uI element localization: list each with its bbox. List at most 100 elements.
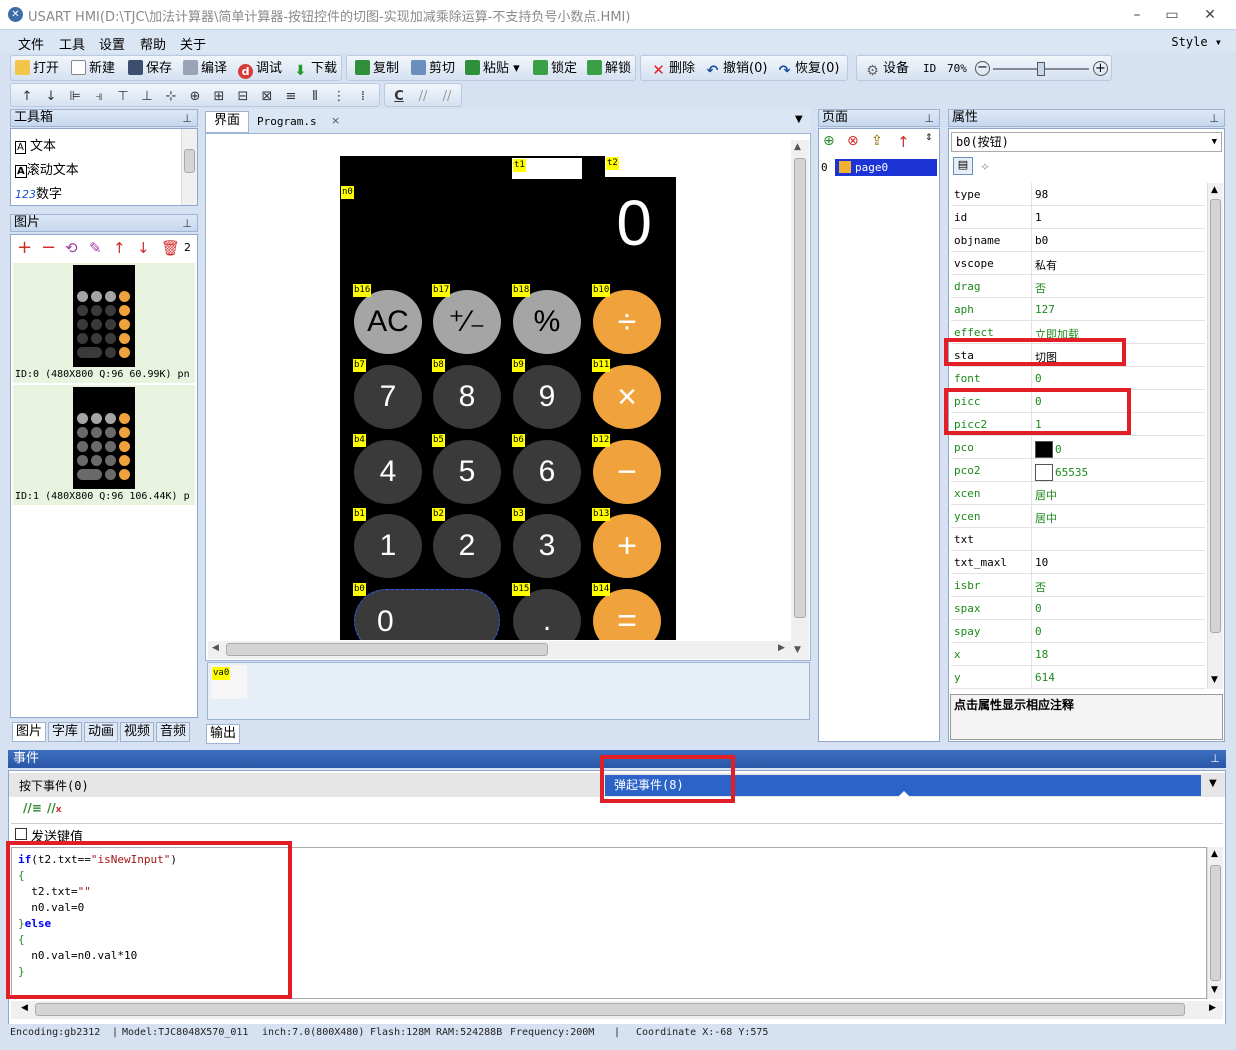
categorized-icon[interactable]: ▤: [953, 157, 973, 175]
calc-button-b8[interactable]: 8: [433, 365, 501, 429]
code-vscroll[interactable]: ▲ ▼: [1207, 847, 1223, 999]
property-scrollbar[interactable]: ▲ ▼: [1207, 183, 1223, 689]
menu-settings[interactable]: 设置: [99, 34, 125, 53]
object-selector[interactable]: b0(按钮) ▼: [951, 132, 1222, 152]
tab-press-event[interactable]: 按下事件(0): [19, 777, 89, 794]
property-row-objname[interactable]: objname b0: [951, 229, 1205, 252]
calc-button-b7[interactable]: 7: [354, 365, 422, 429]
lock-button[interactable]: 锁定: [533, 60, 577, 78]
toolbox-item-scrolltext[interactable]: A 滚动文本: [15, 159, 79, 178]
picture-item-1[interactable]: ID:1 (480X800 Q:96 106.44K) p: [13, 385, 195, 505]
id-toggle[interactable]: ID: [923, 60, 936, 78]
open-button[interactable]: 打开: [15, 60, 59, 78]
undo-button[interactable]: ↶ 撤销(0): [705, 60, 768, 79]
move-up-icon[interactable]: ↑: [113, 239, 126, 257]
calc-button-b3[interactable]: 3: [513, 514, 581, 578]
pin-icon[interactable]: ⊥: [1210, 750, 1220, 768]
property-row-aph[interactable]: aph 127: [951, 298, 1205, 321]
move-down-icon[interactable]: ↓: [137, 239, 150, 257]
code-icon[interactable]: C: [391, 89, 407, 105]
property-row-xcen[interactable]: xcen 居中: [951, 482, 1205, 505]
send-key-checkbox[interactable]: [15, 828, 27, 840]
calc-button-b4[interactable]: 4: [354, 440, 422, 504]
refresh-icon[interactable]: ⟲: [65, 239, 78, 257]
same-height-icon[interactable]: ⊠: [259, 89, 275, 105]
toolbox-scrollbar[interactable]: [181, 129, 197, 205]
tab-output[interactable]: 输出: [206, 724, 240, 744]
uncomment-icon[interactable]: //: [439, 89, 455, 105]
color-swatch[interactable]: [1035, 441, 1053, 458]
property-row-spay[interactable]: spay 0: [951, 620, 1205, 643]
property-row-pco[interactable]: pco 0: [951, 436, 1205, 459]
unlock-button[interactable]: 解锁: [587, 60, 631, 78]
copy-button[interactable]: 复制: [355, 60, 399, 78]
device-button[interactable]: ⚙ 设备: [865, 60, 909, 79]
download-button[interactable]: ⬇ 下载: [293, 60, 337, 79]
page-item-page0[interactable]: page0: [835, 159, 937, 176]
calculator-page[interactable]: t1 t2 n0 0 AC b16 ⁺∕₋ b17% b18 ÷ b10 7 b7 8 b8 9 b9 ×…: [340, 156, 676, 640]
pages-scroll-icon[interactable]: ⇕: [925, 133, 933, 143]
maximize-icon[interactable]: ▭: [1157, 5, 1187, 25]
zoom-slider-thumb[interactable]: [1037, 62, 1045, 76]
uncomment-icon[interactable]: //x: [47, 801, 62, 815]
calc-button-b1[interactable]: 1: [354, 514, 422, 578]
color-swatch[interactable]: [1035, 464, 1053, 481]
calc-button-b10[interactable]: ÷: [593, 290, 661, 354]
tab-audio[interactable]: 音频: [156, 722, 190, 742]
close-tab-icon[interactable]: ×: [331, 114, 340, 127]
property-row-pco2[interactable]: pco2 65535: [951, 459, 1205, 482]
property-row-isbr[interactable]: isbr 否: [951, 574, 1205, 597]
toolbox-item-text[interactable]: A 文本: [15, 135, 56, 154]
import-page-icon[interactable]: ⇪: [871, 133, 883, 149]
calc-button-b15[interactable]: .: [513, 589, 581, 640]
distribute-h-icon[interactable]: ≡: [283, 89, 299, 105]
spacing-more-icon[interactable]: ⁞: [355, 89, 371, 105]
replace-icon[interactable]: ✎: [89, 239, 102, 257]
calc-button-b6[interactable]: 6: [513, 440, 581, 504]
tab-pictures[interactable]: 图片: [12, 722, 46, 742]
paste-button[interactable]: 粘贴 ▾: [465, 60, 520, 78]
editor-vscroll[interactable]: ▲ ▼: [791, 140, 809, 660]
tab-fonts[interactable]: 字库: [48, 722, 82, 742]
pin-icon[interactable]: ⊥: [182, 216, 192, 232]
new-button[interactable]: 新建: [71, 60, 115, 78]
variable-va0[interactable]: va0: [211, 665, 247, 699]
comment-icon[interactable]: //: [415, 89, 431, 105]
style-menu[interactable]: Style ▾: [1171, 35, 1222, 49]
tab-design[interactable]: 界面: [205, 111, 249, 133]
calc-button-b18[interactable]: %: [513, 290, 581, 354]
property-row-x[interactable]: x 18: [951, 643, 1205, 666]
property-row-ycen[interactable]: ycen 居中: [951, 505, 1205, 528]
align-left-icon[interactable]: ⊫: [67, 89, 83, 105]
move-page-up-icon[interactable]: ↑: [897, 133, 910, 151]
sort-icon[interactable]: ⟡: [981, 159, 989, 174]
zoom-in-icon[interactable]: +: [1093, 61, 1108, 76]
add-picture-icon[interactable]: +: [17, 239, 32, 257]
toolbox-item-number[interactable]: 123数字: [15, 183, 62, 202]
calc-button-b11[interactable]: ×: [593, 365, 661, 429]
property-row-txt[interactable]: txt: [951, 528, 1205, 551]
event-dropdown-icon[interactable]: ▼: [1209, 778, 1217, 789]
close-icon[interactable]: ✕: [1195, 5, 1225, 25]
redo-button[interactable]: ↷ 恢复(0): [777, 60, 840, 79]
comment-icon[interactable]: //≡: [23, 801, 42, 815]
delete-button[interactable]: ✕ 删除: [651, 60, 695, 78]
minimize-icon[interactable]: –: [1122, 5, 1152, 25]
property-row-txt_maxl[interactable]: txt_maxl 10: [951, 551, 1205, 574]
property-row-drag[interactable]: drag 否: [951, 275, 1205, 298]
calc-button-b17[interactable]: ⁺∕₋: [433, 290, 501, 354]
pin-icon[interactable]: ⊥: [182, 111, 192, 127]
zoom-slider[interactable]: [993, 62, 1089, 76]
tab-animation[interactable]: 动画: [84, 722, 118, 742]
editor-hscroll[interactable]: ◀ ▶: [208, 641, 792, 659]
calc-button-b14[interactable]: =: [593, 589, 661, 640]
center-vertical-icon[interactable]: ⊕: [187, 89, 203, 105]
compile-button[interactable]: 编译: [183, 60, 227, 78]
calc-button-b16[interactable]: AC: [354, 290, 422, 354]
property-row-vscope[interactable]: vscope 私有: [951, 252, 1205, 275]
menu-help[interactable]: 帮助: [140, 34, 166, 53]
remove-picture-icon[interactable]: −: [41, 239, 56, 257]
property-row-id[interactable]: id 1: [951, 206, 1205, 229]
property-row-type[interactable]: type 98: [951, 183, 1205, 206]
tab-program[interactable]: Program.s: [257, 115, 317, 128]
